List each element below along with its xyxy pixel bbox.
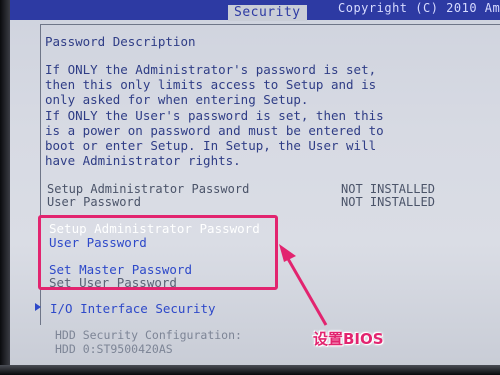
annotation-caption: 设置BIOS: [313, 330, 384, 348]
annotation-arrow-icon: [279, 244, 328, 326]
bios-screen: Security Copyright (C) 2010 Ame Password…: [0, 0, 500, 375]
monitor-bezel-bottom: [0, 365, 500, 375]
monitor-bezel-left: [0, 0, 10, 375]
